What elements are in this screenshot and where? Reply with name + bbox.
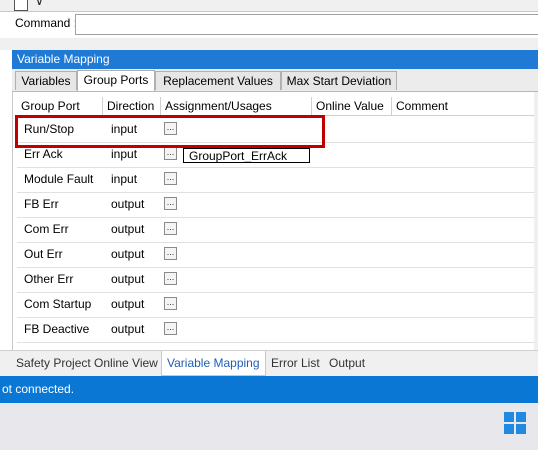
tab-group-ports[interactable]: Group Ports — [77, 70, 155, 91]
column-header-comment[interactable]: Comment — [392, 97, 538, 115]
group-port-cell: Com Startup — [24, 297, 92, 311]
windows-logo-icon[interactable] — [504, 412, 526, 434]
tab-max-start-deviation[interactable]: Max Start Deviation — [281, 71, 397, 90]
status-bar: ot connected. — [0, 376, 538, 403]
direction-cell: output — [111, 322, 145, 336]
command-label: Command : — [15, 16, 78, 30]
table-row[interactable]: Com Err output ... — [17, 217, 538, 243]
highlight-box — [15, 115, 325, 148]
tab-output[interactable]: Output — [329, 351, 365, 375]
column-header-assignment[interactable]: Assignment/Usages — [161, 97, 312, 115]
assignment-input[interactable]: GroupPort_ErrAck — [183, 148, 310, 163]
direction-cell: output — [111, 272, 145, 286]
assign-ellipsis-button[interactable]: ... — [164, 272, 177, 285]
group-port-cell: FB Deactive — [24, 322, 90, 336]
vertical-scrollbar[interactable] — [534, 92, 538, 350]
table-row[interactable]: Out Err output ... — [17, 242, 538, 268]
assign-ellipsis-button[interactable]: ... — [164, 297, 177, 310]
direction-cell: output — [111, 197, 145, 211]
group-port-cell: Other Err — [24, 272, 74, 286]
table-row[interactable]: FB Err output ... — [17, 192, 538, 218]
taskbar — [0, 403, 538, 450]
assign-ellipsis-button[interactable]: ... — [164, 172, 177, 185]
separator — [0, 38, 538, 50]
group-port-cell: Module Fault — [24, 172, 94, 186]
tab-error-list[interactable]: Error List — [271, 351, 320, 375]
assign-ellipsis-button[interactable]: ... — [164, 322, 177, 335]
group-port-cell: Out Err — [24, 247, 63, 261]
grid-header: Group Port Direction Assignment/Usages O… — [17, 97, 538, 116]
direction-cell: output — [111, 247, 145, 261]
tab-variables[interactable]: Variables — [15, 71, 77, 90]
command-input[interactable] — [75, 14, 538, 35]
toolbar-edit-icon[interactable] — [14, 0, 28, 11]
panel-tabstrip: Variables Group Ports Replacement Values… — [12, 69, 538, 92]
direction-cell: output — [111, 297, 145, 311]
direction-cell: input — [111, 172, 138, 186]
column-header-direction[interactable]: Direction — [103, 97, 161, 115]
tab-safety-project-online-view[interactable]: Safety Project Online View — [16, 351, 158, 375]
assign-ellipsis-button[interactable]: ... — [164, 147, 177, 160]
group-port-cell: FB Err — [24, 197, 59, 211]
column-header-online-value[interactable]: Online Value — [312, 97, 392, 115]
direction-cell: output — [111, 222, 145, 236]
bottom-tabstrip: Safety Project Online View Variable Mapp… — [0, 350, 538, 377]
tab-variable-mapping[interactable]: Variable Mapping — [161, 351, 266, 376]
assign-ellipsis-button[interactable]: ... — [164, 222, 177, 235]
toolbar-dropdown-icon[interactable]: ∨ — [35, 0, 44, 8]
group-port-cell: Com Err — [24, 222, 69, 236]
assign-ellipsis-button[interactable]: ... — [164, 197, 177, 210]
table-row[interactable]: Other Err output ... — [17, 267, 538, 293]
table-row[interactable]: FB Deactive output ... — [17, 317, 538, 343]
top-toolbar — [0, 0, 538, 12]
column-header-group-port[interactable]: Group Port — [17, 97, 103, 115]
table-row[interactable]: Module Fault input ... — [17, 167, 538, 193]
panel-title: Variable Mapping — [12, 50, 538, 69]
tab-replacement-values[interactable]: Replacement Values — [155, 71, 281, 90]
table-row[interactable]: Com Startup output ... — [17, 292, 538, 318]
assign-ellipsis-button[interactable]: ... — [164, 247, 177, 260]
